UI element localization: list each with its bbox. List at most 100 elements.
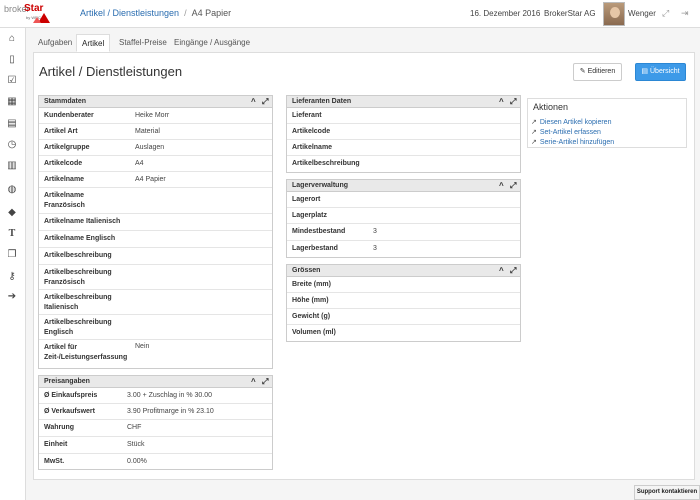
aktionen-title: Aktionen	[533, 102, 569, 112]
support-button[interactable]: Support kontaktieren	[634, 485, 700, 500]
table-row: Artikelname Englisch	[39, 231, 272, 248]
breadcrumb: Artikel / Dienstleistungen / A4 Papier	[80, 8, 231, 18]
expand-icon[interactable]: ⤢	[510, 265, 516, 277]
clock-icon[interactable]: ◷	[5, 138, 19, 152]
page-title: Artikel / Dienstleistungen	[39, 64, 183, 79]
top-header: broker Star by WRC Artikel / Dienstleist…	[0, 0, 700, 28]
overview-button-label: Übersicht	[650, 68, 680, 75]
brokerstar-logo[interactable]: broker Star by WRC	[4, 3, 50, 24]
lieferanten-panel: Lieferanten Daten ^ ⤢ Lieferant Artikelc…	[286, 95, 521, 173]
calendar-icon[interactable]: ▦	[5, 95, 19, 109]
table-row: Artikelbeschreibung	[39, 248, 272, 265]
arrow-circle-icon[interactable]: ➔	[5, 290, 19, 304]
text-icon[interactable]: T	[5, 227, 19, 241]
panel-title: Lieferanten Daten	[292, 98, 352, 105]
panel-header: Stammdaten ^ ⤢	[39, 96, 272, 108]
breadcrumb-separator: /	[184, 8, 187, 18]
company-name[interactable]: BrokerStar AG	[544, 9, 596, 18]
table-row: Einheit Stück	[39, 437, 272, 454]
globe-icon[interactable]: ◍	[5, 183, 19, 197]
table-row: Mindestbestand 3	[287, 224, 520, 241]
table-row: Artikelbeschreibung	[292, 160, 360, 167]
preisangaben-panel: Preisangaben ^ ⤢ Ø Einkaufspreis 3.00 + Z…	[38, 375, 273, 470]
table-row: Ø Verkaufswert 3.90 Profitmarge in % 23.1…	[39, 404, 272, 420]
table-row: Ø Einkaufspreis 3.00 + Zuschlag in % 30.0…	[39, 388, 272, 404]
avatar[interactable]	[603, 2, 625, 26]
table-row: Lagerplatz	[287, 208, 520, 224]
copy-icon[interactable]: ❐	[5, 248, 19, 262]
panel-title: Preisangaben	[44, 378, 90, 385]
external-link-icon: ↗	[531, 119, 537, 126]
series-article-link[interactable]: ↗ Serie-Artikel hinzufügen	[531, 138, 614, 146]
fullscreen-icon[interactable]: ⤢	[662, 8, 669, 19]
contract-icon[interactable]: ▤	[5, 117, 19, 131]
table-row: Artikelbeschreibung Französisch	[39, 265, 272, 290]
external-link-icon: ↗	[531, 129, 537, 136]
expand-icon[interactable]: ⤢	[262, 376, 268, 388]
tab-aufgaben[interactable]: Aufgaben	[33, 34, 77, 52]
external-link-icon: ↗	[531, 139, 537, 146]
checkbox-icon[interactable]: ☑	[5, 74, 19, 88]
table-row: Lieferant	[287, 108, 520, 124]
panel-header: Grössen ^ ⤢	[287, 265, 520, 277]
table-row: MwSt. 0.00%	[44, 458, 147, 465]
home-icon[interactable]: ⌂	[5, 32, 19, 46]
pencil-icon: ✎	[579, 68, 586, 75]
tab-staffel-preise[interactable]: Staffel-Preise	[114, 34, 172, 52]
table-row: Lagerbestand 3	[292, 245, 377, 252]
table-row: Artikelcode	[287, 124, 520, 140]
collapse-icon[interactable]: ^	[251, 376, 256, 388]
expand-icon[interactable]: ⤢	[262, 96, 268, 108]
expand-icon[interactable]: ⤢	[510, 96, 516, 108]
current-date: 16. Dezember 2016	[470, 9, 541, 18]
panel-title: Grössen	[292, 267, 321, 274]
lagerverwaltung-panel: Lagerverwaltung ^ ⤢ Lagerort Lagerplatz …	[286, 179, 521, 258]
table-row: Kundenberater Heike Morr	[39, 108, 272, 124]
copy-article-link[interactable]: ↗ Diesen Artikel kopieren	[531, 118, 611, 126]
tag-icon[interactable]: ◆	[5, 206, 19, 220]
table-row: Artikelname Italienisch	[39, 214, 272, 231]
table-row: Wahrung CHF	[39, 420, 272, 437]
table-row: Artikelbeschreibung Italienisch	[39, 290, 272, 315]
table-row: Artikelgruppe Auslagen	[39, 140, 272, 156]
list-icon: ▤	[641, 68, 649, 75]
edit-button[interactable]: ✎ Editieren	[573, 63, 622, 81]
panel-title: Lagerverwaltung	[292, 182, 349, 189]
panel-header: Lieferanten Daten ^ ⤢	[287, 96, 520, 108]
stammdaten-panel: Stammdaten ^ ⤢ Kundenberater Heike Morr A…	[38, 95, 273, 369]
aktionen-box: Aktionen ↗ Diesen Artikel kopieren ↗ Set-A…	[527, 98, 687, 148]
collapse-icon[interactable]: ^	[499, 96, 504, 108]
table-row: Volumen (ml)	[292, 329, 336, 336]
collapse-icon[interactable]: ^	[499, 265, 504, 277]
panel-title: Stammdaten	[44, 98, 87, 105]
key-icon[interactable]: ⚷	[5, 270, 19, 284]
breadcrumb-parent-link[interactable]: Artikel / Dienstleistungen	[80, 8, 179, 18]
groessen-panel: Grössen ^ ⤢ Breite (mm) Höhe (mm) Gewich…	[286, 264, 521, 342]
table-row: Artikelname Französisch	[39, 188, 272, 214]
collapse-icon[interactable]: ^	[499, 180, 504, 192]
table-row: Artikel für Zeit-/Leistungserfassung Nein	[44, 343, 150, 361]
breadcrumb-current: A4 Papier	[191, 8, 232, 18]
table-row: Artikelname A4 Papier	[39, 172, 272, 188]
tab-artikel[interactable]: Artikel	[76, 34, 111, 52]
table-icon[interactable]: ▥	[5, 159, 19, 173]
set-article-link[interactable]: ↗ Set-Artikel erfassen	[531, 128, 601, 136]
table-row: Lagerort	[287, 192, 520, 208]
sidebar: ⌂ ▯ ☑ ▦ ▤ ◷ ▥ ◍ ◆ T ❐ ⚷ ➔	[0, 28, 26, 500]
logout-icon[interactable]: ⇥	[681, 8, 689, 19]
table-row: Gewicht (g)	[287, 309, 520, 325]
table-row: Artikelname	[287, 140, 520, 156]
overview-button[interactable]: ▤ Übersicht	[635, 63, 686, 81]
table-row: Artikelbeschreibung Englisch	[39, 315, 272, 340]
username[interactable]: Wenger	[628, 9, 656, 18]
expand-icon[interactable]: ⤢	[510, 180, 516, 192]
panel-header: Lagerverwaltung ^ ⤢	[287, 180, 520, 192]
table-row: Artikel Art Material	[39, 124, 272, 140]
panel-header: Preisangaben ^ ⤢	[39, 376, 272, 388]
tab-eingaenge-ausgaenge[interactable]: Eingänge / Ausgänge	[169, 34, 255, 52]
collapse-icon[interactable]: ^	[251, 96, 256, 108]
table-row: Höhe (mm)	[287, 293, 520, 309]
table-row: Artikelcode A4	[39, 156, 272, 172]
edit-button-label: Editieren	[587, 68, 616, 75]
document-icon[interactable]: ▯	[5, 53, 19, 67]
